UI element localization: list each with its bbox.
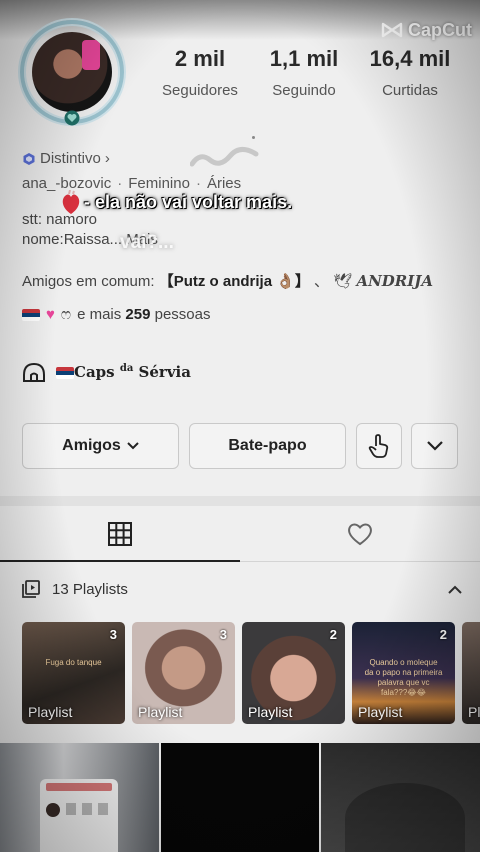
badge-link[interactable]: Distintivo › — [22, 150, 110, 167]
mutual-more[interactable]: ♥ ෆ e mais 259 pessoas — [22, 306, 211, 323]
chevron-right-icon: › — [104, 150, 110, 167]
more-options-button[interactable] — [411, 423, 458, 469]
video-thumbnail[interactable] — [321, 743, 480, 852]
content-tabs — [0, 506, 480, 562]
capcut-label: CapCut — [408, 20, 472, 40]
playlist-video-count: 3 — [219, 627, 227, 642]
dove-icon: 🕊 — [333, 273, 353, 290]
following-label: Seguindo — [272, 82, 336, 99]
stat-likes[interactable]: 16,4 mil Curtidas — [358, 46, 462, 99]
friends-button[interactable]: Amigos — [22, 423, 179, 469]
avatar-photo — [32, 32, 112, 112]
profile-meta: ana_-bozovic · Feminino · Áries — [22, 175, 241, 192]
community-link[interactable]: Caps da Sérvia — [22, 361, 191, 383]
mutual-friend-1: 【Putz o andrija 👌🏽】 — [158, 273, 310, 290]
community-dome-icon — [23, 362, 45, 382]
mutual-friends[interactable]: Amigos em comum: 【Putz o andrija 👌🏽】 、 🕊… — [22, 270, 433, 291]
community-name: Caps da Sérvia — [56, 363, 191, 381]
mutual-friends-prefix: Amigos em comum: — [22, 273, 159, 290]
video-thumbnail[interactable] — [161, 743, 319, 852]
serbia-flag-icon — [22, 308, 40, 321]
zodiac-sign: Áries — [206, 175, 242, 192]
anatomical-heart-icon — [62, 190, 80, 214]
chat-button[interactable]: Bate-papo — [189, 423, 346, 469]
playlist-label: Playlist — [248, 704, 293, 720]
mutual-friend-2: ANDRIJA — [356, 272, 434, 290]
playlist-card-partial[interactable]: Pla — [462, 622, 480, 724]
video-caption-overlay: - ela não vai voltar mais. — [84, 192, 293, 212]
faded-caption-overlay: vai?... — [120, 232, 174, 253]
stat-followers[interactable]: 2 mil Seguidores — [150, 46, 250, 99]
playlist-card[interactable]: Quando o moleque da o papo na primeira p… — [352, 622, 455, 724]
playlist-label: Playlist — [138, 704, 183, 720]
likes-label: Curtidas — [382, 82, 438, 99]
following-count: 1,1 mil — [269, 46, 339, 71]
scribble-decoration — [190, 147, 259, 167]
followers-label: Seguidores — [162, 82, 238, 99]
playlist-card[interactable]: 2 Playlist — [242, 622, 345, 724]
playlists-count-label: 13 Playlists — [52, 580, 128, 598]
playlist-video-count: 2 — [439, 627, 447, 642]
pink-heart-icon: ♥ — [46, 306, 55, 323]
playlist-card[interactable]: 3 Playlist — [132, 622, 235, 724]
playlist-thumb-caption: Quando o moleque da o papo na primeira p… — [364, 658, 443, 697]
thumb-avatar — [46, 803, 60, 817]
swirl-icon: ෆ — [60, 306, 72, 323]
profile-stats: 2 mil Seguidores 1,1 mil Seguindo 16,4 m… — [150, 46, 480, 139]
section-divider — [0, 496, 480, 506]
heart-badge-icon — [64, 110, 80, 126]
playlist-video-count: 3 — [109, 627, 117, 642]
tab-videos[interactable] — [0, 506, 240, 562]
capcut-logo-icon — [381, 22, 403, 37]
meta-separator: · — [195, 175, 201, 192]
more-people: e mais 259 pessoas — [77, 306, 211, 323]
hand-pointer-icon — [368, 434, 389, 458]
friends-button-label: Amigos — [62, 437, 121, 454]
chevron-down-icon — [127, 442, 139, 450]
profile-avatar[interactable] — [20, 20, 124, 126]
meta-separator: · — [117, 175, 123, 192]
chat-button-label: Bate-papo — [228, 437, 307, 454]
mutual-separator: 、 — [309, 273, 330, 290]
hexagon-badge-icon — [23, 152, 35, 165]
likes-count: 16,4 mil — [369, 46, 451, 71]
phone-in-photo — [82, 40, 100, 70]
phone-screenshot-in-thumb — [40, 779, 118, 852]
thumb-caption-bar — [46, 783, 112, 791]
thumb-stats-lines — [66, 803, 112, 815]
playlists-row: Fuga do tanque 3 Playlist 3 Playlist 2 P… — [22, 622, 480, 724]
chevron-up-icon[interactable] — [448, 585, 462, 594]
playlist-label: Pla — [468, 704, 480, 720]
tab-liked[interactable] — [240, 506, 480, 561]
grid-icon — [108, 521, 132, 546]
playlist-label: Playlist — [358, 704, 403, 720]
followers-count: 2 mil — [174, 46, 226, 71]
playlist-thumb-caption: Fuga do tanque — [45, 658, 102, 667]
poke-button[interactable] — [356, 423, 402, 469]
chevron-down-icon — [426, 441, 443, 451]
playlist-label: Playlist — [28, 704, 73, 720]
thumb-silhouette — [345, 783, 465, 852]
playlist-icon — [22, 580, 40, 598]
serbia-flag-icon — [56, 367, 74, 379]
heart-outline-icon — [348, 523, 372, 545]
capcut-watermark: CapCut — [380, 20, 472, 41]
badge-label: Distintivo — [40, 150, 101, 167]
stat-following[interactable]: 1,1 mil Seguindo — [250, 46, 358, 99]
playlist-card[interactable]: Fuga do tanque 3 Playlist — [22, 622, 125, 724]
playlists-header[interactable]: 13 Playlists — [22, 580, 462, 598]
stats-divider-dot — [252, 136, 255, 139]
playlist-video-count: 2 — [329, 627, 337, 642]
video-thumbnail[interactable] — [0, 743, 159, 852]
gender: Feminino — [128, 175, 190, 192]
